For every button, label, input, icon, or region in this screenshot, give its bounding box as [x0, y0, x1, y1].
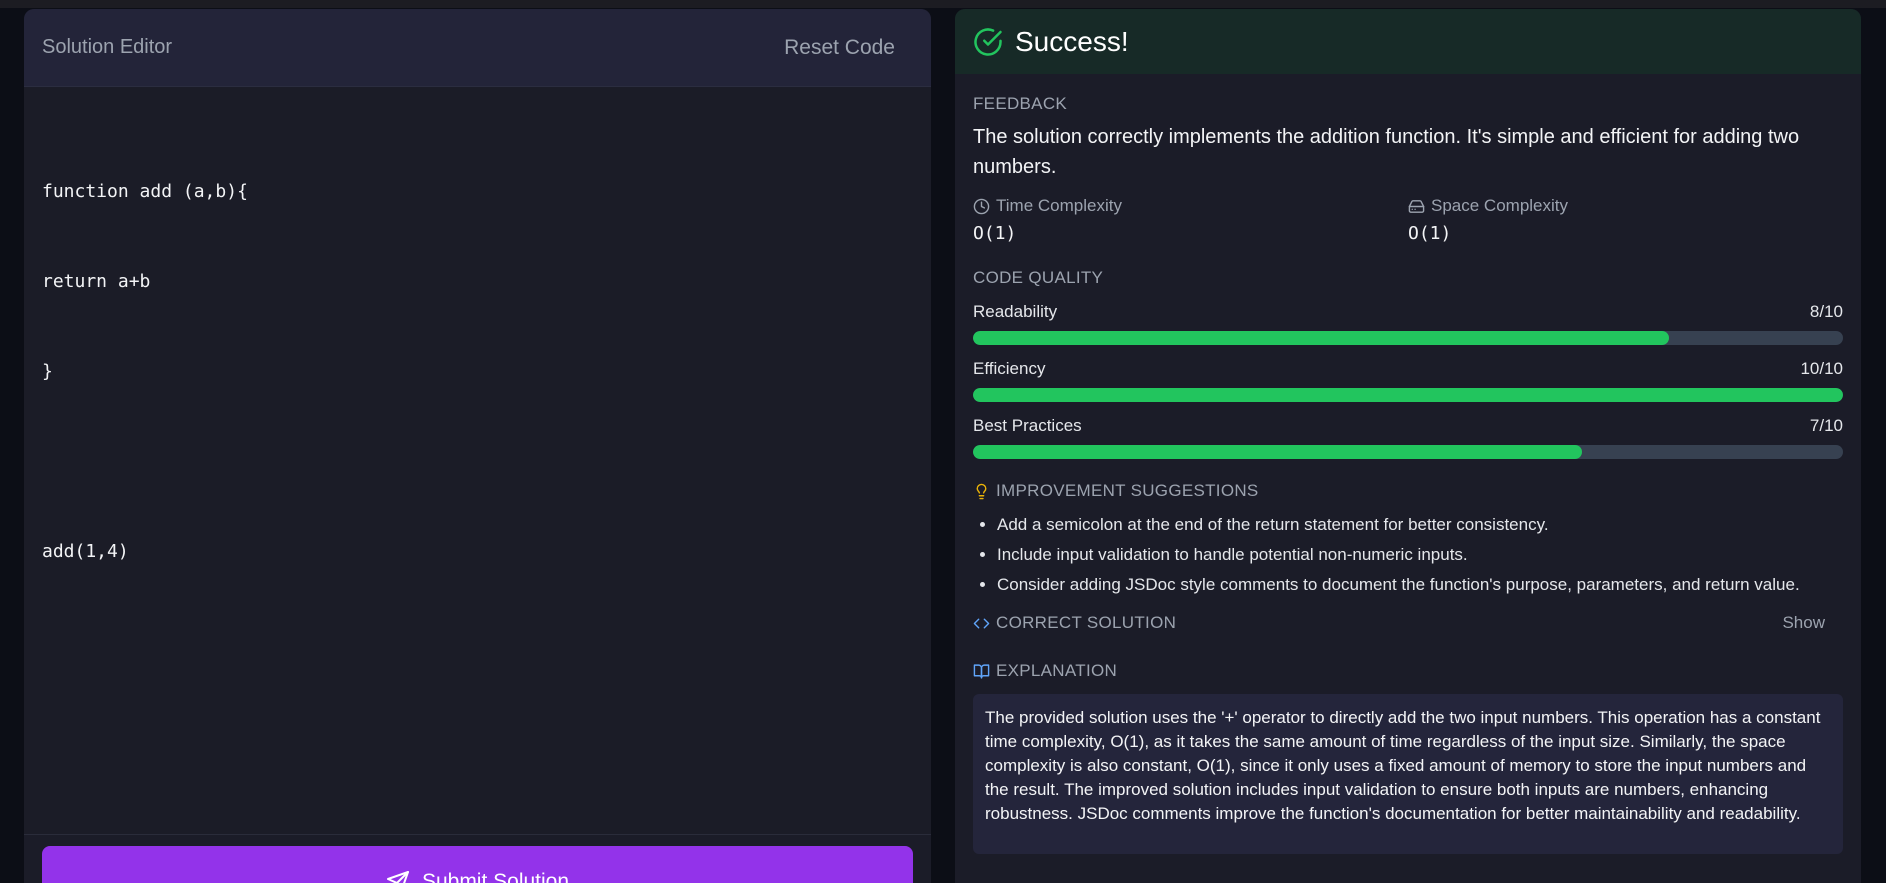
- progress-bar: [973, 445, 1843, 459]
- clock-icon: [973, 198, 990, 215]
- editor-header: Solution Editor Reset Code: [24, 9, 931, 87]
- book-open-icon: [973, 663, 990, 680]
- metric-score: 10/10: [1800, 359, 1843, 378]
- space-complexity: Space Complexity O(1): [1408, 196, 1843, 244]
- check-circle-icon: [973, 27, 1003, 57]
- correct-solution-text: CORRECT SOLUTION: [996, 613, 1177, 632]
- result-panel: Success! FEEDBACK The solution correctly…: [955, 9, 1861, 883]
- time-complexity: Time Complexity O(1): [973, 196, 1408, 244]
- metric-row: Readability 8/10: [973, 302, 1843, 322]
- metric-score: 8/10: [1809, 302, 1843, 321]
- correct-solution-label: CORRECT SOLUTION: [973, 613, 1176, 633]
- progress-bar-fill: [973, 445, 1582, 459]
- progress-bar: [973, 388, 1843, 402]
- correct-solution-row: CORRECT SOLUTION Show: [973, 613, 1843, 633]
- code-line: return a+b: [42, 271, 151, 292]
- improvement-suggestions-text: IMPROVEMENT SUGGESTIONS: [996, 481, 1259, 500]
- space-complexity-value: O(1): [1408, 223, 1452, 244]
- time-complexity-label: Time Complexity: [973, 196, 1408, 216]
- metric-row: Best Practices 7/10: [973, 416, 1843, 436]
- hard-drive-icon: [1408, 198, 1425, 215]
- metric-row: Efficiency 10/10: [973, 359, 1843, 379]
- progress-bar: [973, 331, 1843, 345]
- space-complexity-label: Space Complexity: [1408, 196, 1843, 216]
- progress-bar-fill: [973, 331, 1669, 345]
- metric-name: Efficiency: [973, 359, 1046, 378]
- reset-code-button[interactable]: Reset Code: [784, 36, 895, 60]
- list-item: Add a semicolon at the end of the return…: [997, 513, 1843, 537]
- feedback-label: FEEDBACK: [973, 94, 1068, 113]
- metric-name: Best Practices: [973, 416, 1082, 435]
- send-icon: [386, 870, 410, 883]
- submit-label: Submit Solution: [421, 870, 570, 883]
- code-icon: [973, 615, 990, 632]
- solution-editor-panel: Solution Editor Reset Code function add …: [24, 9, 931, 883]
- editor-title: Solution Editor: [42, 36, 173, 58]
- code-line: add(1,4): [42, 541, 129, 562]
- explanation-text-label: EXPLANATION: [996, 661, 1118, 680]
- complexity-row: Time Complexity O(1) Space Complexity O(…: [973, 196, 1843, 244]
- code-quality-label: CODE QUALITY: [973, 268, 1104, 287]
- result-header: Success!: [955, 9, 1861, 74]
- feedback-text: The solution correctly implements the ad…: [973, 126, 1800, 178]
- suggestions-list: Add a semicolon at the end of the return…: [973, 513, 1843, 597]
- improvement-suggestions-label: IMPROVEMENT SUGGESTIONS: [973, 481, 1843, 501]
- metric-best-practices: Best Practices 7/10: [973, 416, 1843, 459]
- lightbulb-icon: [973, 483, 990, 500]
- space-complexity-text: Space Complexity: [1431, 196, 1569, 215]
- top-bar: [0, 0, 1886, 8]
- explanation-box: The provided solution uses the '+' opera…: [973, 694, 1843, 854]
- code-editor[interactable]: function add (a,b){ return a+b } add(1,4…: [24, 88, 931, 835]
- metric-efficiency: Efficiency 10/10: [973, 359, 1843, 402]
- metric-readability: Readability 8/10: [973, 302, 1843, 345]
- metric-score: 7/10: [1809, 416, 1843, 435]
- progress-bar-fill: [973, 388, 1843, 402]
- code-lines: function add (a,b){ return a+b } add(1,4…: [24, 88, 931, 656]
- code-line: function add (a,b){: [42, 181, 248, 202]
- list-item: Consider adding JSDoc style comments to …: [997, 573, 1843, 597]
- code-line: }: [42, 361, 53, 382]
- status-title: Success!: [1015, 25, 1129, 57]
- submit-solution-button[interactable]: Submit Solution: [42, 846, 913, 883]
- time-complexity-value: O(1): [973, 223, 1017, 244]
- result-content: FEEDBACK The solution correctly implemen…: [955, 94, 1861, 854]
- show-solution-button[interactable]: Show: [1782, 613, 1825, 633]
- time-complexity-text: Time Complexity: [996, 196, 1122, 215]
- list-item: Include input validation to handle poten…: [997, 543, 1843, 567]
- metric-name: Readability: [973, 302, 1058, 321]
- explanation-label: EXPLANATION: [973, 661, 1843, 681]
